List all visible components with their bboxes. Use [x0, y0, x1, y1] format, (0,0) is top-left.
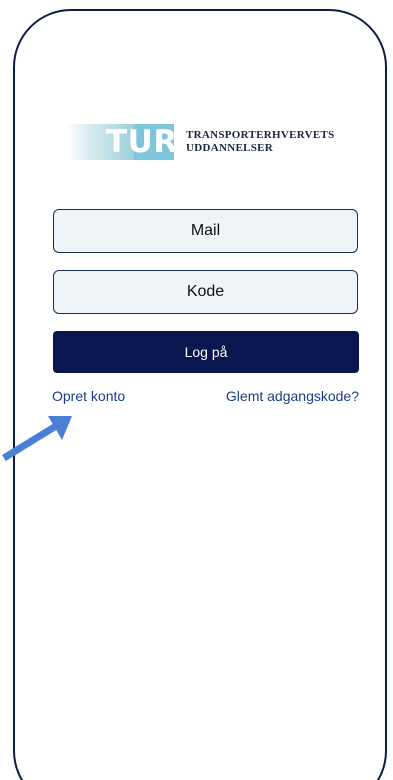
logo-wordmark: TUR [106, 124, 178, 160]
screenshot-stage: TUR TRANSPORTERHVERVETS UDDANNELSER Log … [0, 0, 393, 780]
create-account-link[interactable]: Opret konto [52, 388, 125, 404]
forgot-password-link[interactable]: Glemt adgangskode? [226, 388, 359, 404]
password-input[interactable] [54, 270, 357, 314]
logo-org-name: TRANSPORTERHVERVETS UDDANNELSER [186, 129, 335, 155]
tur-logo: TUR TRANSPORTERHVERVETS UDDANNELSER [66, 121, 366, 165]
logo-org-line-2: UDDANNELSER [186, 142, 274, 154]
password-field[interactable] [53, 270, 358, 314]
logo-org-line-1: TRANSPORTERHVERVETS [186, 129, 335, 141]
mail-field[interactable] [53, 209, 358, 253]
login-button[interactable]: Log på [53, 331, 359, 373]
arrow-pointer-icon [2, 416, 72, 461]
mail-input[interactable] [54, 209, 357, 253]
